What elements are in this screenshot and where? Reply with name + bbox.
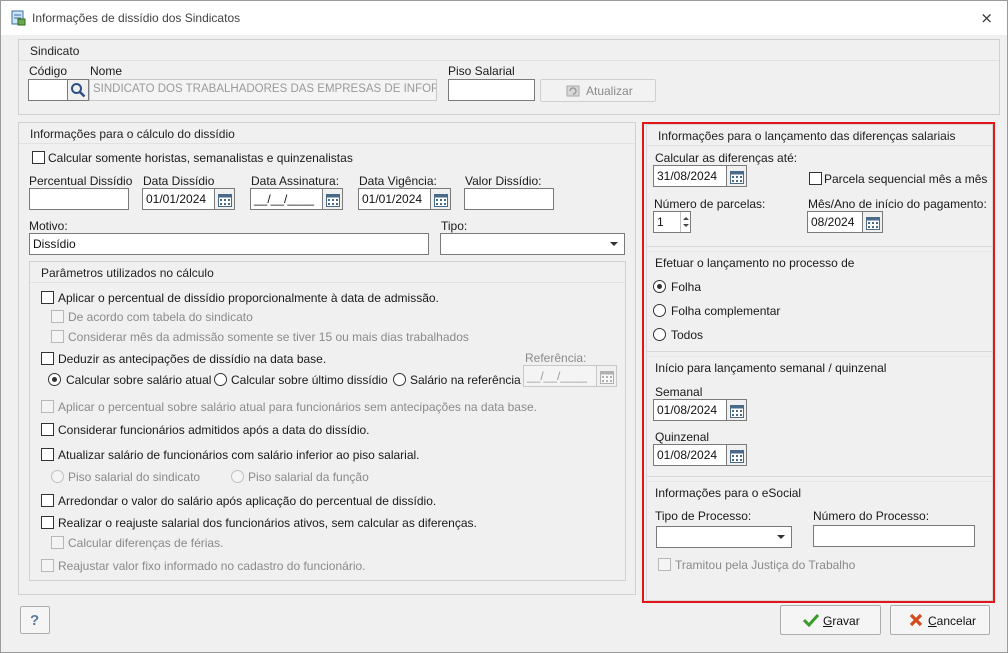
calcular-ferias-label: Calcular diferenças de férias. — [68, 536, 224, 550]
aplicar-sobre-atual-label: Aplicar o percentual sobre salário atual… — [58, 400, 537, 414]
data-vigencia-label: Data Vigência: — [359, 174, 437, 188]
window-title: Informações de dissídio dos Sindicatos — [32, 11, 241, 25]
data-assinatura-input[interactable]: __/__/____ — [250, 188, 323, 210]
tipo-label: Tipo: — [441, 219, 468, 233]
data-assinatura-label: Data Assinatura: — [251, 174, 340, 188]
app-icon — [10, 10, 26, 26]
title-bar: Informações de dissídio dos Sindicatos ⨯ — [1, 1, 1007, 35]
nome-label: Nome — [90, 64, 123, 78]
de-acordo-checkbox — [51, 310, 64, 323]
considerar-mes-label: Considerar mês da admissão somente se ti… — [68, 330, 469, 344]
aplicar-sobre-atual-checkbox — [41, 400, 54, 413]
cancel-x-icon — [909, 613, 923, 627]
valor-dissidio-label: Valor Dissídio: — [465, 174, 542, 188]
calc-salario-atual-label: Calcular sobre salário atual — [66, 373, 212, 387]
help-button[interactable]: ? — [20, 606, 50, 634]
referencia-input: __/__/____ — [523, 365, 597, 387]
chevron-down-icon — [606, 234, 622, 254]
data-dissidio-input[interactable]: 01/01/2024 — [142, 188, 215, 210]
calendar-icon — [434, 194, 448, 207]
somente-horistas-label: Calcular somente horistas, semanalistas … — [48, 151, 353, 165]
calendar-icon — [326, 194, 340, 207]
reajustar-fixo-label: Reajustar valor fixo informado no cadast… — [58, 559, 366, 573]
piso-sindicato-radio — [51, 470, 64, 483]
data-dissidio-label: Data Dissídio — [143, 174, 215, 188]
realizar-reajuste-checkbox[interactable] — [41, 516, 54, 529]
data-vigencia-input[interactable]: 01/01/2024 — [358, 188, 431, 210]
refresh-icon — [566, 85, 580, 97]
help-icon: ? — [30, 612, 40, 629]
referencia-calendar-button — [597, 365, 617, 387]
sindicato-title: Sindicato — [19, 40, 999, 61]
somente-horistas-checkbox[interactable] — [32, 151, 45, 164]
motivo-input[interactable]: Dissídio — [29, 233, 429, 255]
percentual-dissidio-input[interactable] — [29, 188, 129, 210]
considerar-admitidos-checkbox[interactable] — [41, 423, 54, 436]
arredondar-checkbox[interactable] — [41, 494, 54, 507]
piso-funcao-label: Piso salarial da função — [248, 470, 369, 484]
data-vigencia-calendar-button[interactable] — [431, 188, 451, 210]
atualizar-button: Atualizar — [540, 79, 656, 102]
gravar-label: Gravar — [823, 614, 860, 628]
parametros-group: Parâmetros utilizados no cálculo — [29, 261, 626, 581]
piso-salarial-input[interactable] — [448, 79, 535, 101]
cancelar-button[interactable]: Cancelar — [890, 605, 990, 635]
reajustar-fixo-checkbox — [41, 559, 54, 572]
atualizar-salario-label: Atualizar salário de funcionários com sa… — [58, 448, 420, 462]
aplicar-percentual-label: Aplicar o percentual de dissídio proporc… — [58, 291, 439, 305]
arredondar-label: Arredondar o valor do salário após aplic… — [58, 494, 437, 508]
considerar-admitidos-label: Considerar funcionários admitidos após a… — [58, 423, 370, 437]
cancelar-label: Cancelar — [928, 614, 977, 628]
realizar-reajuste-label: Realizar o reajuste salarial dos funcion… — [58, 516, 477, 530]
close-icon[interactable]: ⨯ — [980, 9, 993, 27]
check-icon — [803, 613, 819, 627]
calc-ultimo-dissidio-label: Calcular sobre último dissídio — [231, 373, 388, 387]
salario-referencia-label: Salário na referência — [410, 373, 521, 387]
de-acordo-label: De acordo com tabela do sindicato — [68, 310, 253, 324]
calc-ultimo-dissidio-radio[interactable] — [214, 373, 227, 386]
search-button[interactable] — [67, 79, 89, 101]
salario-referencia-radio[interactable] — [393, 373, 406, 386]
valor-dissidio-input[interactable] — [464, 188, 554, 210]
codigo-input[interactable] — [28, 79, 68, 101]
calculo-title: Informações para o cálculo do dissídio — [19, 123, 635, 144]
atualizar-label: Atualizar — [586, 84, 633, 98]
piso-salarial-label: Piso Salarial — [448, 64, 515, 78]
aplicar-percentual-checkbox[interactable] — [41, 291, 54, 304]
dialog-window: Informações de dissídio dos Sindicatos ⨯… — [0, 0, 1008, 653]
deduzir-checkbox[interactable] — [41, 352, 54, 365]
data-dissidio-calendar-button[interactable] — [215, 188, 235, 210]
piso-funcao-radio — [231, 470, 244, 483]
deduzir-label: Deduzir as antecipações de dissídio na d… — [58, 352, 327, 366]
calendar-icon — [218, 194, 232, 207]
calendar-icon — [600, 371, 614, 384]
parametros-title: Parâmetros utilizados no cálculo — [30, 262, 625, 283]
data-assinatura-calendar-button[interactable] — [323, 188, 343, 210]
atualizar-salario-checkbox[interactable] — [41, 448, 54, 461]
search-icon — [71, 83, 86, 98]
codigo-label: Código — [29, 64, 68, 78]
piso-sindicato-label: Piso salarial do sindicato — [68, 470, 201, 484]
referencia-label: Referência: — [525, 351, 587, 365]
nome-field: SINDICATO DOS TRABALHADORES DAS EMPRESAS… — [89, 79, 437, 101]
tipo-select[interactable] — [440, 233, 625, 255]
gravar-button[interactable]: Gravar — [780, 605, 881, 635]
calc-salario-atual-radio[interactable] — [48, 373, 61, 386]
considerar-mes-checkbox — [51, 330, 64, 343]
highlight-frame — [642, 122, 995, 603]
motivo-label: Motivo: — [29, 219, 68, 233]
calcular-ferias-checkbox — [51, 536, 64, 549]
percentual-dissidio-label: Percentual Dissídio — [29, 174, 133, 188]
